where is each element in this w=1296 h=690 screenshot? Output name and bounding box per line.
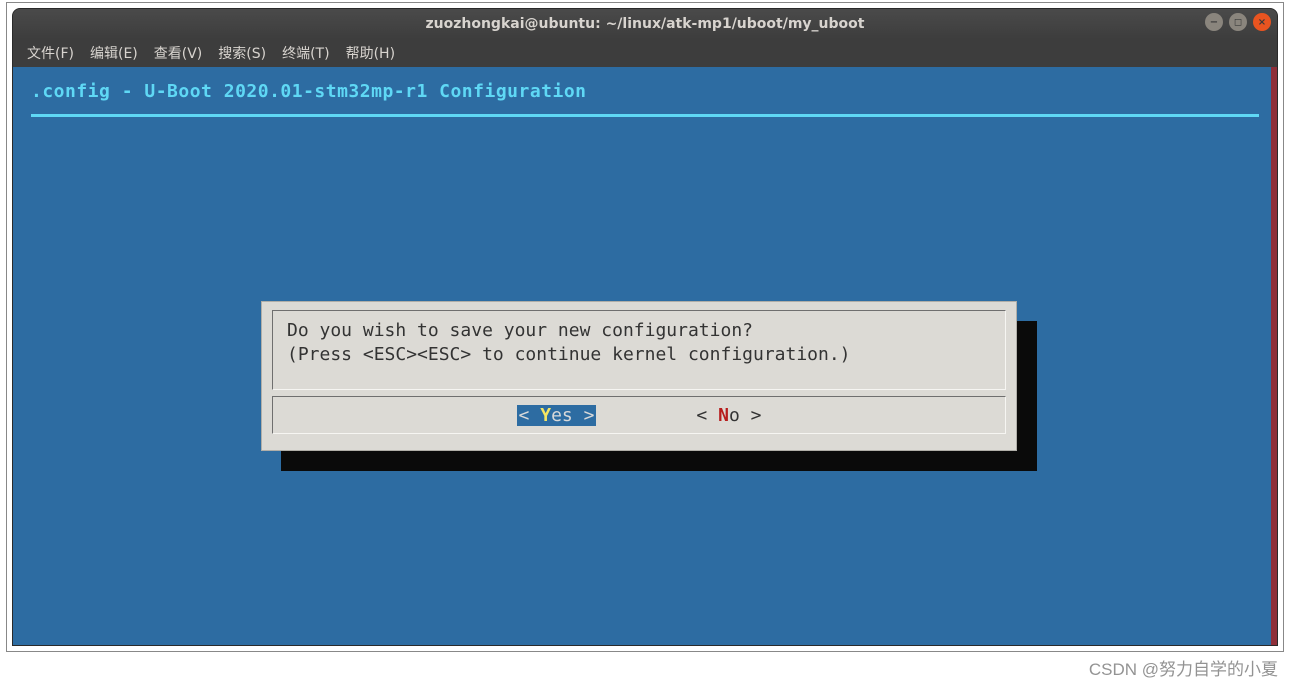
dialog-line2: (Press <ESC><ESC> to continue kernel con… [287,343,991,367]
menu-terminal[interactable]: 终端(T) [276,41,335,65]
menu-search[interactable]: 搜索(S) [212,41,272,65]
window-controls: − ◻ × [1205,13,1271,31]
no-hotkey: N [718,405,729,426]
menu-view[interactable]: 查看(V) [148,41,209,65]
menu-help[interactable]: 帮助(H) [340,41,401,65]
save-dialog: Do you wish to save your new configurati… [261,301,1017,451]
menu-edit[interactable]: 编辑(E) [84,41,144,65]
dialog-line1: Do you wish to save your new configurati… [287,319,991,343]
watermark-text: CSDN @努力自学的小夏 [1089,655,1278,680]
maximize-icon[interactable]: ◻ [1229,13,1247,31]
scrollbar-stripe [1271,67,1277,645]
minimize-icon[interactable]: − [1205,13,1223,31]
window-titlebar: zuozhongkai@ubuntu: ~/linux/atk-mp1/uboo… [13,9,1277,39]
close-icon[interactable]: × [1253,13,1271,31]
title-underline [31,114,1259,117]
config-title: .config - U-Boot 2020.01-stm32mp-r1 Conf… [31,81,1259,102]
menu-file[interactable]: 文件(F) [21,41,80,65]
window-title: zuozhongkai@ubuntu: ~/linux/atk-mp1/uboo… [426,16,865,32]
terminal-window: zuozhongkai@ubuntu: ~/linux/atk-mp1/uboo… [12,8,1278,646]
dialog-text: Do you wish to save your new configurati… [272,310,1006,390]
yes-button[interactable]: < Yes > [517,405,597,426]
dialog-buttons: < Yes > < No > [272,396,1006,434]
no-button[interactable]: < No > [696,405,761,426]
yes-hotkey: Y [540,405,551,426]
terminal-area[interactable]: .config - U-Boot 2020.01-stm32mp-r1 Conf… [13,67,1277,645]
menubar: 文件(F) 编辑(E) 查看(V) 搜索(S) 终端(T) 帮助(H) [13,39,1277,67]
